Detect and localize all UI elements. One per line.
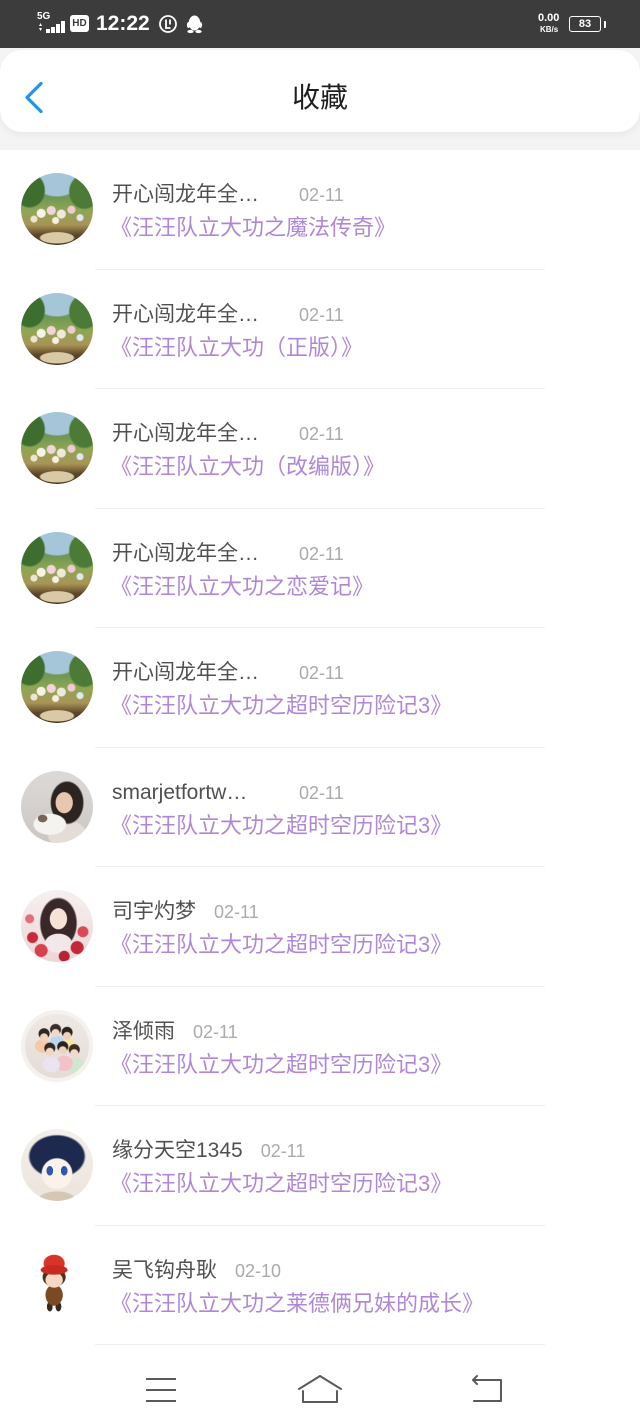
- signal-icon: [37, 21, 67, 33]
- item-meta: 缘分天空1345 02-11: [112, 1137, 305, 1165]
- avatar[interactable]: [21, 531, 93, 604]
- list-item[interactable]: 开心闯龙年全… 02-11 《汪汪队立大功之魔法传奇》: [0, 150, 640, 270]
- item-meta: 泽倾雨 02-11: [112, 1018, 238, 1046]
- favorites-list: 开心闯龙年全… 02-11 《汪汪队立大功之魔法传奇》 开心闯龙年全… 02-1…: [0, 150, 640, 1345]
- list-item[interactable]: 开心闯龙年全… 02-11 《汪汪队立大功之超时空历险记3》: [0, 628, 640, 748]
- date: 02-11: [299, 185, 344, 205]
- avatar[interactable]: [21, 890, 93, 962]
- page-title: 收藏: [291, 82, 348, 113]
- user-name: 开心闯龙年全…: [112, 661, 259, 684]
- list-item[interactable]: 开心闯龙年全… 02-11 《汪汪队立大功（正版）》: [0, 270, 640, 389]
- story-title: 《汪汪队立大功之魔法传奇》: [110, 215, 397, 240]
- hd-badge: HD: [70, 15, 89, 32]
- system-nav-bar: [0, 1347, 640, 1427]
- user-name: 吴飞钩舟耿: [112, 1258, 217, 1282]
- list-item[interactable]: smarjetfortw… 02-11 《汪汪队立大功之超时空历险记3》: [0, 748, 640, 867]
- story-title: 《汪汪队立大功之超时空历险记3》: [110, 1051, 453, 1077]
- story-title: 《汪汪队立大功之恋爱记》: [110, 573, 375, 599]
- item-meta: 开心闯龙年全… 02-11: [112, 659, 344, 687]
- net-speed-value: 0.00: [538, 12, 560, 24]
- chevron-left-icon: [25, 81, 43, 114]
- avatar[interactable]: [21, 173, 93, 245]
- home-icon[interactable]: [296, 1369, 344, 1409]
- date: 02-11: [299, 543, 344, 564]
- avatar[interactable]: [21, 292, 93, 365]
- list-item[interactable]: 吴飞钩舟耿 02-10 《汪汪队立大功之莱德俩兄妹的成长》: [0, 1226, 640, 1345]
- avatar[interactable]: [21, 1009, 93, 1082]
- date: 02-11: [299, 663, 344, 683]
- story-title: 《汪汪队立大功之莱德俩兄妹的成长》: [110, 1290, 485, 1316]
- user-name: 开心闯龙年全…: [112, 422, 259, 445]
- date: 02-11: [299, 304, 344, 325]
- back-button[interactable]: [14, 74, 54, 120]
- date: 02-11: [214, 902, 259, 922]
- avatar[interactable]: [21, 412, 93, 484]
- list-item[interactable]: 开心闯龙年全… 02-11 《汪汪队立大功（改编版）》: [0, 389, 640, 509]
- item-meta: 司宇灼梦 02-11: [112, 898, 259, 926]
- list-item[interactable]: 司宇灼梦 02-11 《汪汪队立大功之超时空历险记3》: [0, 867, 640, 987]
- menu-icon[interactable]: [140, 1373, 180, 1407]
- user-name: 开心闯龙年全…: [112, 302, 259, 326]
- date: 02-11: [299, 424, 344, 444]
- date: 02-11: [260, 1141, 306, 1161]
- user-name: 司宇灼梦: [112, 900, 196, 923]
- item-meta: 开心闯龙年全… 02-11: [112, 301, 344, 329]
- item-meta: 吴飞钩舟耿 02-10: [112, 1257, 281, 1285]
- list-item[interactable]: 开心闯龙年全… 02-11 《汪汪队立大功之恋爱记》: [0, 509, 640, 628]
- avatar[interactable]: [21, 651, 93, 723]
- date: 02-10: [235, 1260, 282, 1281]
- avatar[interactable]: [21, 770, 93, 843]
- story-title: 《汪汪队立大功之超时空历险记3》: [110, 812, 453, 838]
- back-icon[interactable]: [468, 1373, 508, 1407]
- user-name: smarjetfortw…: [112, 780, 248, 804]
- item-meta: 开心闯龙年全… 02-11: [112, 540, 344, 568]
- date: 02-11: [193, 1021, 238, 1042]
- user-name: 缘分天空1345: [112, 1139, 243, 1162]
- battery-icon: 83: [569, 16, 601, 32]
- divider: [95, 1344, 545, 1345]
- story-title: 《汪汪队立大功之超时空历险记3》: [110, 932, 453, 957]
- status-circle-icon: [158, 14, 178, 34]
- list-item[interactable]: 缘分天空1345 02-11 《汪汪队立大功之超时空历险记3》: [0, 1106, 640, 1226]
- qq-icon: [186, 14, 203, 34]
- clock: 12:22: [96, 12, 150, 35]
- story-title: 《汪汪队立大功（改编版）》: [110, 454, 386, 479]
- list-item[interactable]: 泽倾雨 02-11 《汪汪队立大功之超时空历险记3》: [0, 987, 640, 1106]
- net-speed-unit: KB/s: [540, 25, 559, 34]
- story-title: 《汪汪队立大功（正版）》: [110, 334, 364, 360]
- avatar[interactable]: [21, 1248, 93, 1321]
- story-title: 《汪汪队立大功之超时空历险记3》: [110, 693, 453, 718]
- user-name: 开心闯龙年全…: [112, 183, 259, 206]
- user-name: 泽倾雨: [112, 1019, 175, 1043]
- avatar[interactable]: [21, 1129, 93, 1201]
- user-name: 开心闯龙年全…: [112, 541, 259, 565]
- item-meta: 开心闯龙年全… 02-11: [112, 181, 344, 209]
- item-meta: smarjetfortw… 02-11: [112, 779, 344, 807]
- date: 02-11: [299, 782, 344, 803]
- battery-tip: [604, 21, 606, 28]
- story-title: 《汪汪队立大功之超时空历险记3》: [110, 1171, 453, 1196]
- status-bar: 5G HD 12:22 0.00 KB/s 83: [0, 0, 640, 48]
- item-meta: 开心闯龙年全… 02-11: [112, 420, 344, 448]
